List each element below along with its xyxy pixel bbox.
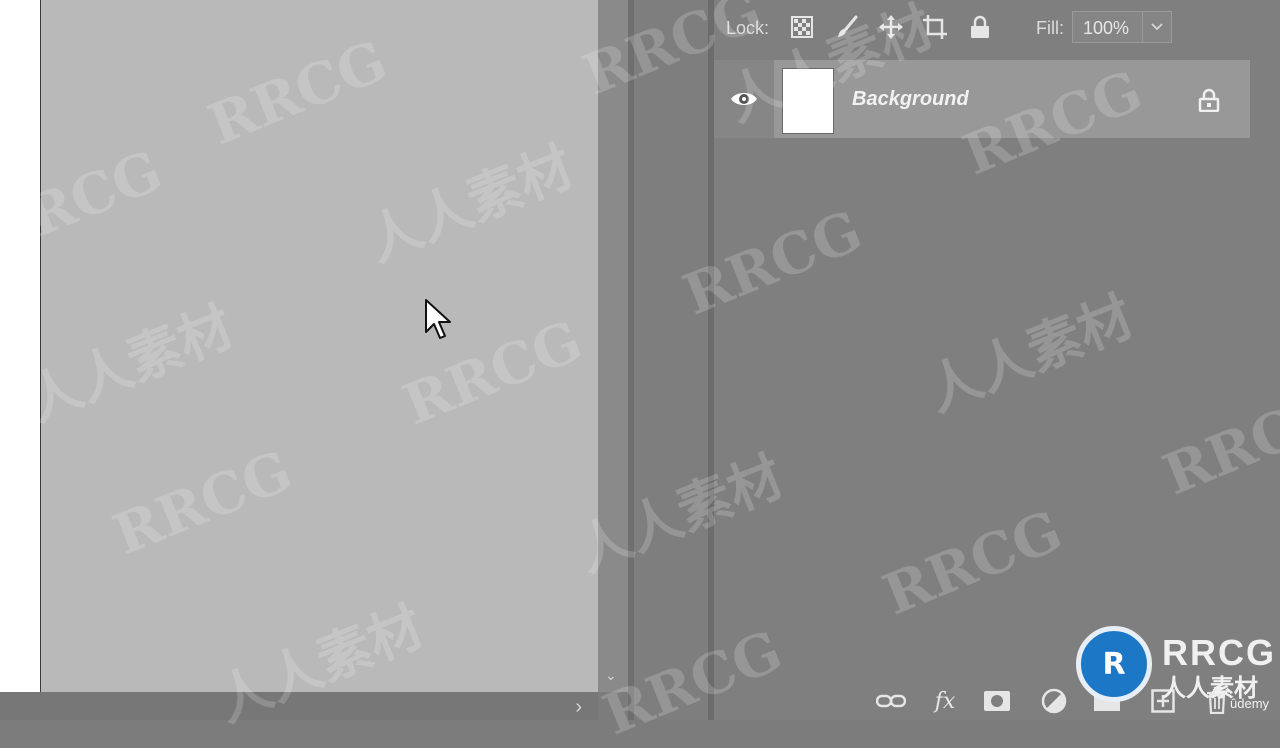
layers-panel: Lock: Fill: 100% Background fx — [714, 0, 1280, 720]
brand-logo-icon: R — [1076, 626, 1152, 702]
lock-transparent-pixels-icon[interactable] — [787, 12, 817, 42]
lock-artboard-icon[interactable] — [920, 12, 950, 42]
lock-position-icon[interactable] — [876, 12, 906, 42]
partner-logo-text: ûdemy — [1230, 696, 1270, 711]
layer-row-background[interactable]: Background — [714, 60, 1250, 138]
document-canvas-area[interactable] — [0, 0, 598, 692]
eye-icon[interactable] — [730, 90, 758, 108]
layer-thumbnail — [782, 68, 834, 134]
lock-image-pixels-icon[interactable] — [832, 12, 862, 42]
mouse-cursor-icon — [425, 299, 451, 339]
fill-label: Fill: — [1036, 18, 1064, 38]
layer-lock-icon[interactable] — [1198, 88, 1220, 112]
lock-label: Lock: — [726, 18, 770, 38]
panel-dock-strip — [634, 0, 708, 720]
brand-logo: R RRCG 人人素材 ûdemy — [1074, 626, 1280, 720]
vertical-scrollbar[interactable]: ⌄ — [598, 0, 628, 692]
adjustment-layer-icon[interactable] — [1039, 686, 1069, 716]
fill-opacity-field[interactable]: 100% — [1072, 11, 1172, 43]
layer-name[interactable]: Background — [852, 88, 969, 111]
lock-row: Lock: Fill: 100% — [714, 0, 1280, 56]
chevron-down-icon[interactable]: ⌄ — [605, 667, 617, 684]
horizontal-scrollbar[interactable]: › — [0, 692, 598, 720]
visibility-toggle[interactable] — [714, 60, 774, 138]
link-layers-icon[interactable] — [876, 686, 906, 716]
document-page-edge — [0, 0, 41, 692]
chevron-right-icon[interactable]: › — [575, 696, 582, 719]
chevron-down-icon[interactable] — [1142, 12, 1171, 42]
lock-all-icon[interactable] — [965, 12, 995, 42]
add-mask-icon[interactable] — [982, 686, 1012, 716]
fx-icon[interactable]: fx — [930, 686, 960, 716]
fill-value[interactable]: 100% — [1083, 18, 1129, 39]
